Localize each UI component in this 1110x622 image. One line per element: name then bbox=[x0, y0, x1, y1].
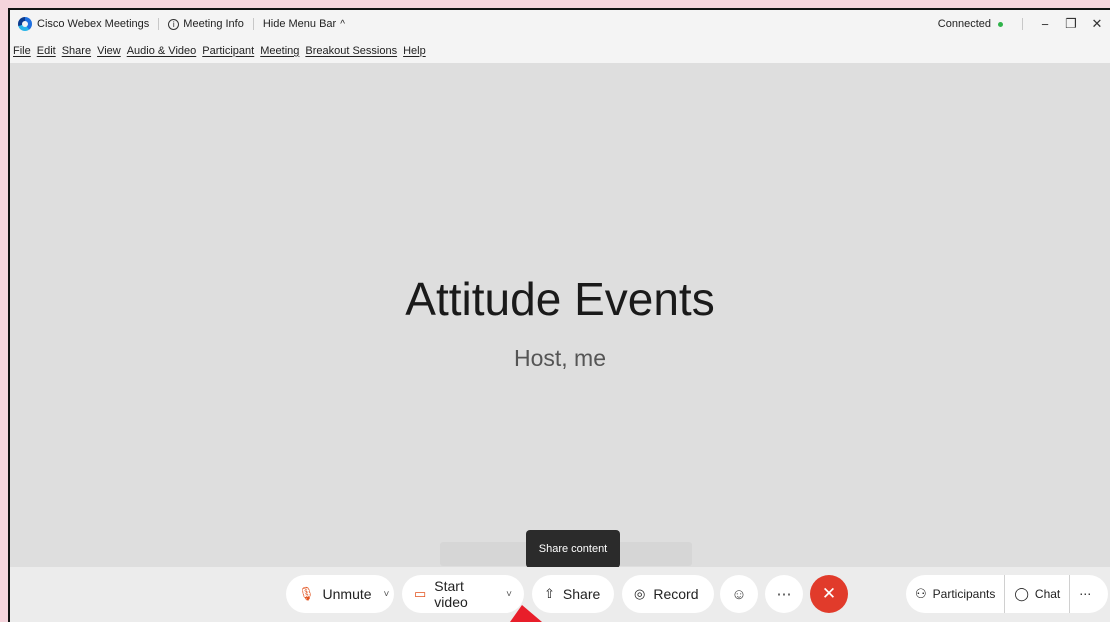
annotation-arrow-icon bbox=[510, 605, 542, 622]
more-options-button[interactable]: ⋯ bbox=[765, 575, 803, 613]
menu-file[interactable]: File bbox=[13, 45, 31, 57]
unmute-label: Unmute bbox=[322, 586, 372, 602]
emoji-icon: ☺ bbox=[731, 585, 747, 603]
app-name: Cisco Webex Meetings bbox=[37, 18, 150, 30]
share-button[interactable]: ⇧ Share bbox=[532, 575, 614, 613]
menu-audio-video[interactable]: Audio & Video bbox=[127, 45, 197, 57]
menu-view[interactable]: View bbox=[97, 45, 121, 57]
hide-menu-bar-label: Hide Menu Bar bbox=[262, 18, 337, 30]
participants-button[interactable]: ⚇ Participants bbox=[906, 575, 1004, 613]
panel-buttons: ⚇ Participants ◯ Chat ⋯ bbox=[906, 575, 1108, 613]
video-off-icon: ▭ bbox=[414, 586, 427, 601]
webex-window: Cisco Webex Meetings i Meeting Info Hide… bbox=[8, 8, 1110, 622]
menu-breakout-sessions[interactable]: Breakout Sessions bbox=[305, 45, 397, 57]
minimize-button[interactable]: − bbox=[1032, 17, 1058, 32]
divider bbox=[158, 18, 160, 30]
chevron-down-icon[interactable]: ˅ bbox=[384, 589, 390, 600]
meeting-info-button[interactable]: i Meeting Info bbox=[168, 10, 244, 38]
menu-bar: File Edit Share View Audio & Video Parti… bbox=[10, 38, 1110, 63]
chat-label: Chat bbox=[1034, 587, 1061, 601]
menu-participant[interactable]: Participant bbox=[202, 45, 254, 57]
chat-button[interactable]: ◯ Chat bbox=[1005, 575, 1069, 613]
more-panels-button[interactable]: ⋯ bbox=[1070, 575, 1100, 613]
webex-logo-icon bbox=[18, 17, 32, 31]
divider bbox=[252, 18, 254, 30]
connected-dot-icon bbox=[998, 21, 1003, 27]
app-title: Cisco Webex Meetings bbox=[10, 10, 149, 38]
record-button[interactable]: ◎ Record bbox=[622, 575, 714, 613]
control-bar: 🎙︎ Unmute ˅ ▭ Start video ˅ ⇧ Share ◎ Re… bbox=[10, 567, 1110, 622]
menu-share[interactable]: Share bbox=[62, 45, 91, 57]
record-label: Record bbox=[653, 586, 699, 602]
chat-icon: ◯ bbox=[1014, 586, 1029, 601]
reactions-button[interactable]: ☺ bbox=[720, 575, 758, 613]
share-tooltip: Share content bbox=[526, 530, 620, 568]
meeting-info-label: Meeting Info bbox=[183, 18, 244, 30]
connection-status: Connected bbox=[937, 18, 991, 30]
more-icon: ⋯ bbox=[776, 586, 792, 603]
chevron-down-icon[interactable]: ˅ bbox=[506, 589, 512, 600]
meeting-title: Attitude Events bbox=[405, 273, 715, 325]
share-label: Share bbox=[562, 586, 601, 602]
record-icon: ◎ bbox=[634, 586, 646, 601]
host-label: Host, me bbox=[513, 345, 607, 371]
restore-button[interactable]: ❐ bbox=[1058, 16, 1084, 32]
close-window-button[interactable]: ✕ bbox=[1084, 16, 1110, 32]
hide-menu-bar-button[interactable]: Hide Menu Bar ^ bbox=[263, 10, 345, 38]
menu-meeting[interactable]: Meeting bbox=[260, 45, 299, 57]
mic-muted-icon: 🎙︎ bbox=[298, 586, 315, 601]
end-meeting-button[interactable]: ✕ bbox=[810, 575, 848, 613]
start-video-label: Start video bbox=[434, 578, 468, 610]
info-icon: i bbox=[168, 18, 180, 30]
title-bar: Cisco Webex Meetings i Meeting Info Hide… bbox=[10, 10, 1110, 38]
menu-edit[interactable]: Edit bbox=[37, 45, 56, 57]
participants-icon: ⚇ bbox=[915, 586, 927, 601]
divider bbox=[1022, 18, 1023, 30]
menu-help[interactable]: Help bbox=[403, 45, 426, 57]
unmute-button[interactable]: 🎙︎ Unmute ˅ bbox=[286, 575, 394, 613]
chevron-up-icon: ^ bbox=[340, 18, 345, 30]
close-icon: ✕ bbox=[821, 584, 837, 603]
participants-label: Participants bbox=[932, 587, 996, 601]
share-icon: ⇧ bbox=[544, 586, 555, 601]
more-icon: ⋯ bbox=[1079, 587, 1092, 601]
